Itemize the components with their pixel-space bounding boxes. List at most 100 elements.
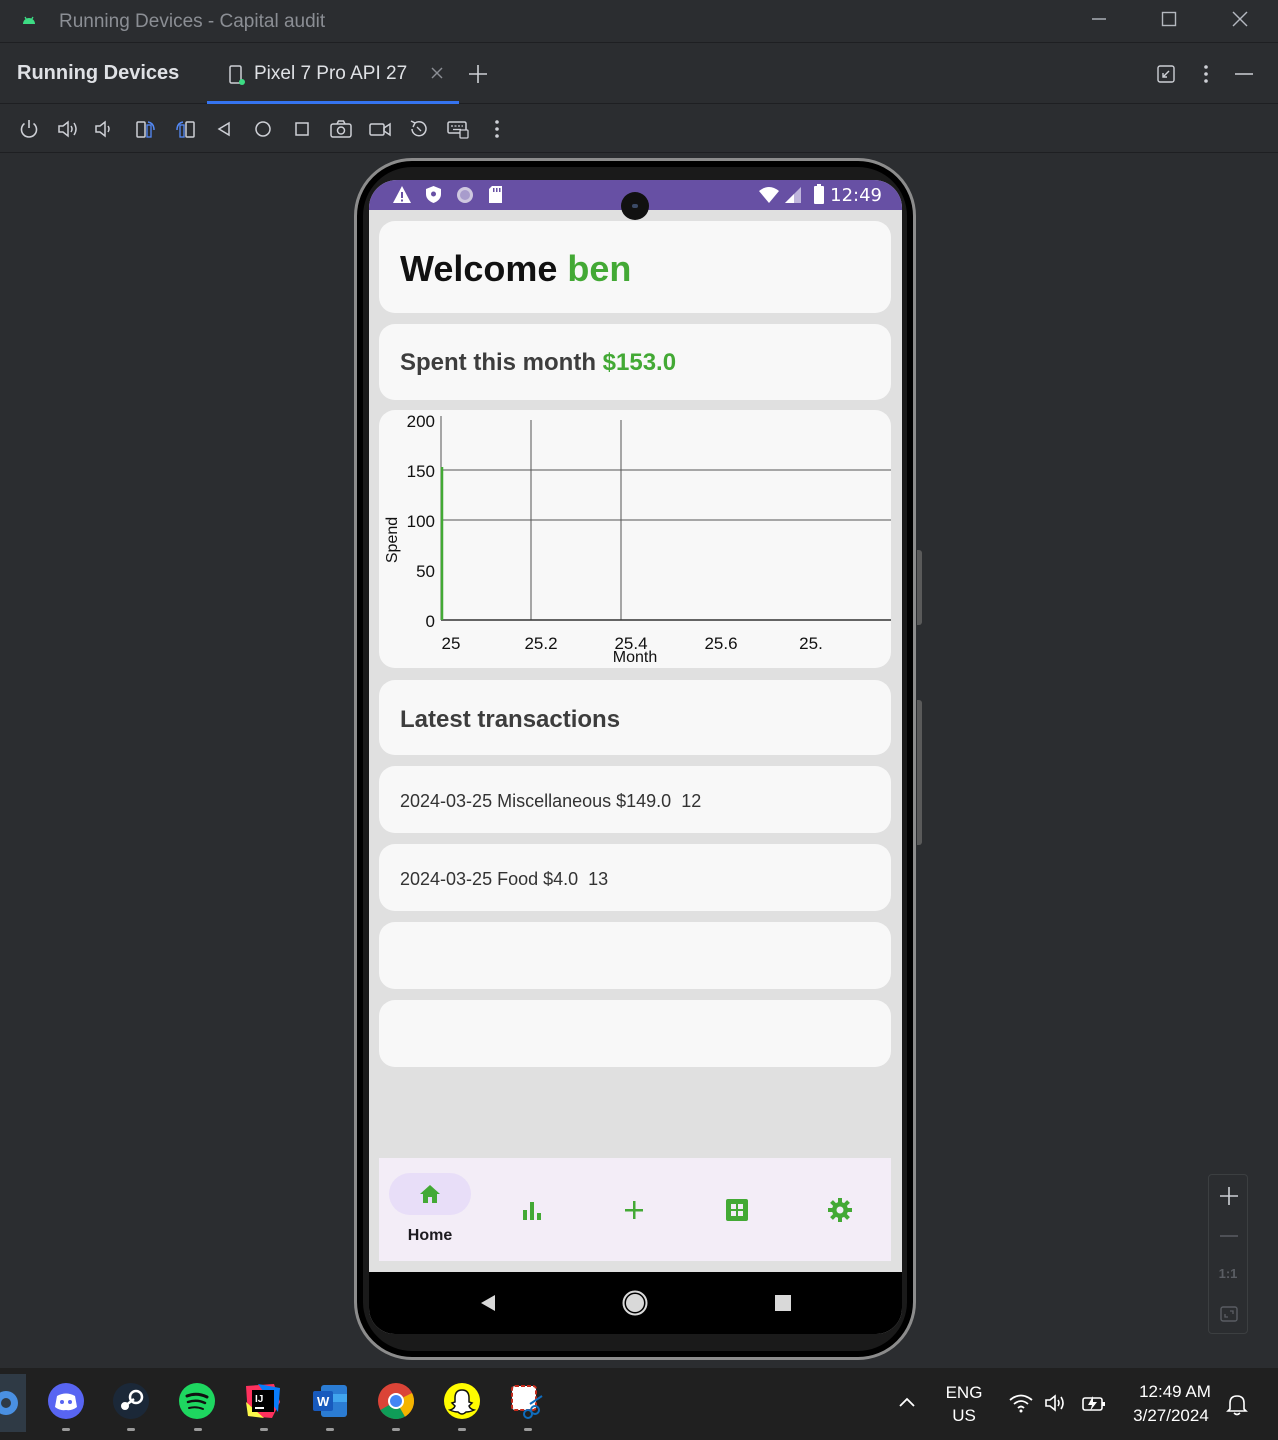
running-indicator <box>127 1428 135 1431</box>
chrome-icon[interactable] <box>377 1382 415 1420</box>
intellij-icon[interactable]: IJ <box>244 1382 282 1420</box>
close-window-button[interactable] <box>1225 8 1255 36</box>
more-icon[interactable] <box>485 117 509 141</box>
chart-y-tick-label: 0 <box>426 612 435 631</box>
snipping-tool-icon[interactable] <box>508 1382 546 1420</box>
language-code[interactable]: ENG <box>940 1383 988 1403</box>
sys-overview-icon[interactable] <box>775 1295 791 1311</box>
nav-home-label: Home <box>407 1227 453 1244</box>
chevron-up-icon[interactable] <box>897 1394 917 1410</box>
taskbar-date[interactable]: 3/27/2024 <box>1122 1406 1220 1426</box>
snapchat-icon[interactable] <box>443 1382 481 1420</box>
stats-icon <box>520 1198 544 1222</box>
zoom-out-icon[interactable] <box>1218 1225 1240 1247</box>
nav-grid[interactable] <box>685 1158 787 1261</box>
zoom-fit-icon[interactable] <box>1218 1303 1240 1325</box>
transactions-title: Latest transactions <box>400 706 621 733</box>
nav-home[interactable]: Home <box>379 1158 481 1261</box>
settings-icon <box>827 1197 853 1223</box>
chart-x-tick-label: 25 <box>442 634 461 653</box>
spotify-icon[interactable] <box>178 1382 216 1420</box>
nav-stats[interactable] <box>481 1158 583 1261</box>
screenshot-icon[interactable] <box>329 117 353 141</box>
pinned-app-edge[interactable] <box>0 1374 26 1432</box>
word-icon[interactable]: W <box>311 1382 349 1420</box>
discord-icon[interactable] <box>47 1382 85 1420</box>
android-status-bar: 12:49 <box>369 180 902 220</box>
power-icon[interactable] <box>17 117 41 141</box>
steam-icon[interactable] <box>112 1382 150 1420</box>
overview-icon[interactable] <box>290 117 314 141</box>
taskbar-time[interactable]: 12:49 AM <box>1122 1382 1228 1402</box>
svg-text:W: W <box>317 1394 330 1409</box>
maximize-button[interactable] <box>1154 8 1184 36</box>
rotate-right-icon[interactable] <box>173 117 197 141</box>
shield-icon <box>425 185 442 204</box>
svg-text:IJ: IJ <box>255 1394 263 1405</box>
rotate-left-icon[interactable] <box>134 117 158 141</box>
welcome-heading: Welcome ben <box>400 248 631 290</box>
running-indicator <box>260 1428 268 1431</box>
zoom-controls: 1:1 <box>1208 1174 1248 1334</box>
spent-value: $153.0 <box>602 349 677 376</box>
chart-x-tick-label: 25.2 <box>524 634 557 653</box>
wifi-icon[interactable] <box>1008 1392 1034 1414</box>
add-tab-icon[interactable] <box>467 63 489 85</box>
bottom-navigation: Home <box>379 1158 891 1261</box>
transaction-row[interactable]: 2024-03-25 Miscellaneous $149.0 12 <box>379 766 891 833</box>
transaction-row[interactable] <box>379 1000 891 1067</box>
volume-up-icon[interactable] <box>56 117 80 141</box>
device-screen[interactable]: 12:49 Welcome ben Spent this month $153.… <box>369 180 902 1334</box>
transaction-text: 2024-03-25 Food $4.0 13 <box>400 869 609 889</box>
close-tab-icon[interactable] <box>430 66 444 80</box>
window-title: Running Devices - Capital audit <box>59 11 326 32</box>
options-menu-icon[interactable] <box>1195 63 1217 85</box>
sys-home-icon[interactable] <box>622 1290 648 1316</box>
nav-settings[interactable] <box>787 1158 889 1261</box>
windows-taskbar: IJ W ENG US 12:49 AM 3/27/2024 <box>0 1368 1278 1440</box>
running-indicator <box>194 1428 202 1431</box>
volume-down-icon[interactable] <box>93 117 117 141</box>
speaker-icon[interactable] <box>1043 1392 1071 1414</box>
reset-icon[interactable] <box>407 117 431 141</box>
keyboard-layout[interactable]: US <box>940 1406 988 1426</box>
device-icon <box>227 64 247 86</box>
back-icon[interactable] <box>212 117 236 141</box>
status-clock: 12:49 <box>830 185 882 206</box>
zoom-in-icon[interactable] <box>1218 1185 1240 1207</box>
system-navigation-bar <box>369 1272 902 1334</box>
device-tab[interactable]: Pixel 7 Pro API 27 <box>207 44 459 104</box>
transaction-row[interactable] <box>379 922 891 989</box>
spent-label: Spent this month <box>400 349 596 376</box>
transaction-row[interactable]: 2024-03-25 Food $4.0 13 <box>379 844 891 911</box>
chart-card: 200 150 100 50 0 25 25.2 25.4 25.6 25. Month Spend <box>379 410 891 668</box>
user-name: ben <box>567 248 632 289</box>
add-icon <box>624 1200 644 1220</box>
transaction-text: 2024-03-25 Miscellaneous $149.0 12 <box>400 791 702 811</box>
sync-icon <box>456 186 474 204</box>
nav-add[interactable] <box>583 1158 685 1261</box>
battery-charging-icon[interactable] <box>1080 1392 1108 1414</box>
home-icon[interactable] <box>251 117 275 141</box>
warning-icon <box>392 185 412 204</box>
notification-bell-icon[interactable] <box>1226 1392 1248 1416</box>
keyboard-icon[interactable] <box>446 117 470 141</box>
spent-card: Spent this month $153.0 <box>379 324 891 400</box>
chart-y-tick-label: 50 <box>416 562 435 581</box>
device-tab-label: Pixel 7 Pro API 27 <box>254 63 408 84</box>
panel-tab-bar: Running Devices Pixel 7 Pro API 27 <box>0 44 1278 104</box>
home-icon <box>418 1182 442 1206</box>
device-toolbar <box>0 105 1278 153</box>
restore-layout-icon[interactable] <box>1155 63 1177 85</box>
grid-icon <box>725 1198 749 1222</box>
zoom-actual-size[interactable]: 1:1 <box>1209 1266 1247 1281</box>
minimize-button[interactable] <box>1084 8 1114 36</box>
chart-y-tick-label: 200 <box>407 412 435 431</box>
chart-x-axis-label: Month <box>613 649 657 666</box>
cell-signal-icon <box>784 186 802 204</box>
sys-back-icon[interactable] <box>479 1293 497 1313</box>
android-icon <box>20 12 38 30</box>
screen-record-icon[interactable] <box>368 117 392 141</box>
hide-panel-icon[interactable] <box>1233 63 1255 85</box>
front-camera <box>621 192 649 220</box>
